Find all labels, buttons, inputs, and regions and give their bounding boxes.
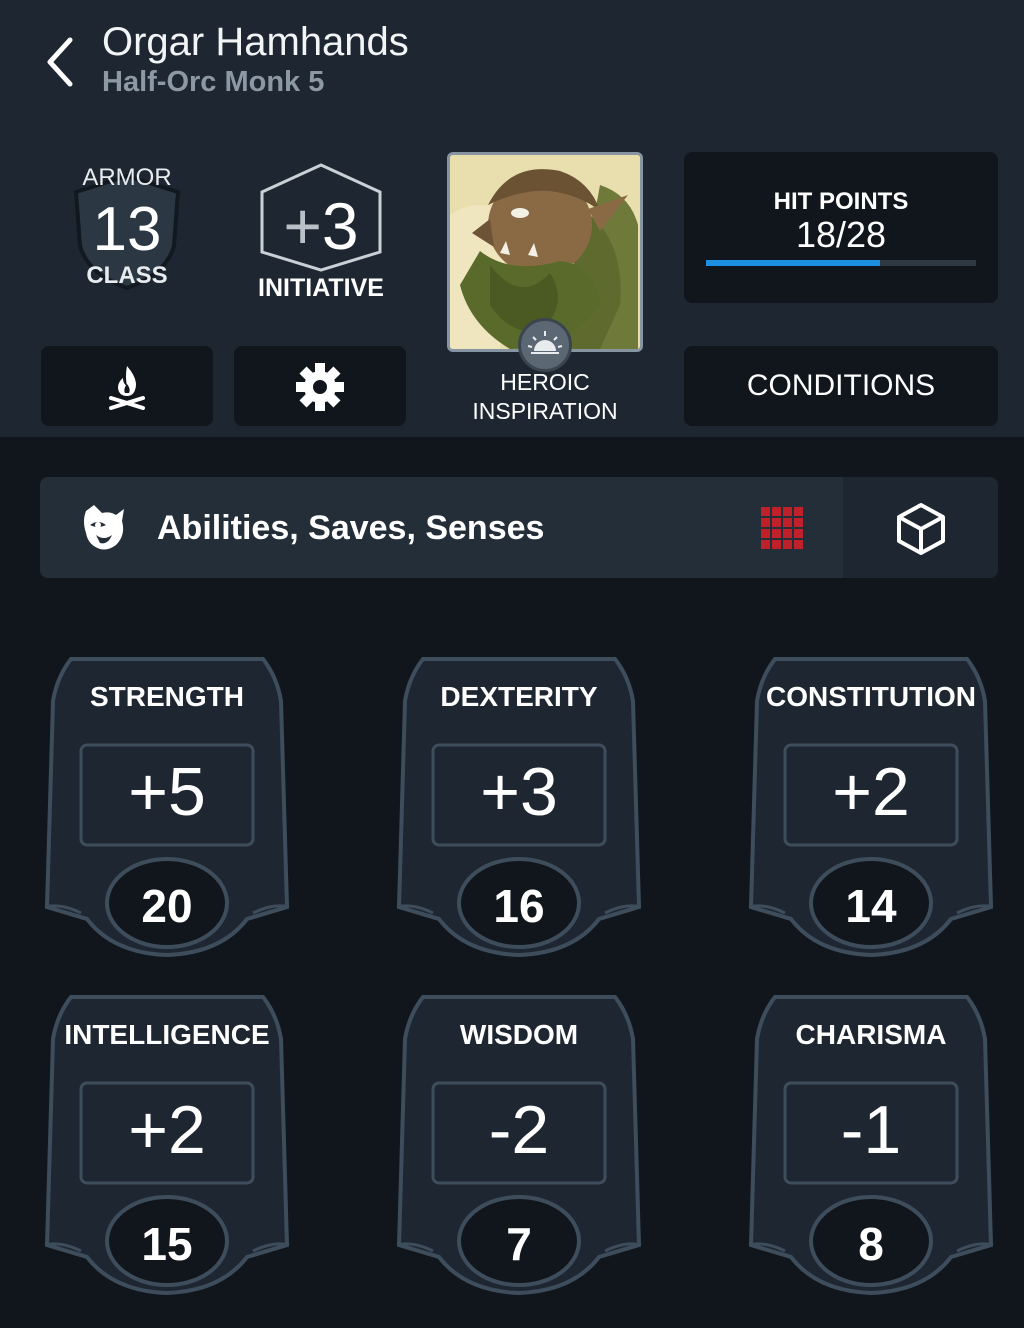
ability-strength[interactable]: STRENGTH +5 20 bbox=[41, 657, 293, 957]
ability-score: 8 bbox=[858, 1218, 884, 1270]
heroic-inspiration-label: HEROIC INSPIRATION bbox=[446, 368, 644, 426]
hit-points-label: HIT POINTS bbox=[773, 188, 909, 215]
ability-score: 16 bbox=[493, 880, 545, 932]
conditions-button[interactable]: CONDITIONS bbox=[684, 346, 998, 426]
ability-modifier: +3 bbox=[480, 754, 558, 830]
ability-modifier: +5 bbox=[128, 754, 206, 830]
section-title: Abilities, Saves, Senses bbox=[157, 509, 545, 547]
inspiration-line1: HEROIC bbox=[500, 369, 590, 395]
ability-charisma[interactable]: CHARISMA -1 8 bbox=[745, 995, 997, 1295]
ability-name: CHARISMA bbox=[795, 1019, 947, 1050]
ability-score: 20 bbox=[141, 880, 193, 932]
heroic-inspiration-toggle[interactable] bbox=[518, 318, 572, 372]
rest-button[interactable] bbox=[41, 346, 213, 426]
initiative[interactable]: +3 INITIATIVE bbox=[250, 160, 392, 310]
ability-modifier: +2 bbox=[128, 1092, 206, 1168]
initiative-value: +3 bbox=[250, 188, 392, 264]
ability-wisdom[interactable]: WISDOM -2 7 bbox=[393, 995, 645, 1295]
chevron-left-icon bbox=[47, 37, 73, 87]
inspiration-line2: INSPIRATION bbox=[472, 398, 618, 424]
sunrise-icon bbox=[527, 331, 563, 354]
ability-constitution[interactable]: CONSTITUTION +2 14 bbox=[745, 657, 997, 957]
ability-modifier: -2 bbox=[488, 1092, 550, 1168]
armor-class-value: 13 bbox=[92, 195, 162, 264]
character-name: Orgar Hamhands bbox=[102, 20, 409, 64]
armor-class[interactable]: ARMOR 13 CLASS bbox=[62, 158, 192, 308]
ability-score: 7 bbox=[506, 1218, 532, 1270]
grid-icon bbox=[761, 507, 803, 549]
ability-score: 15 bbox=[141, 1218, 193, 1270]
section-selector[interactable]: Abilities, Saves, Senses bbox=[40, 477, 844, 578]
armor-label-bottom: CLASS bbox=[86, 262, 168, 289]
hit-points-bar bbox=[706, 260, 976, 266]
initiative-label: INITIATIVE bbox=[258, 274, 384, 302]
initiative-sign: + bbox=[283, 189, 322, 263]
ability-name: INTELLIGENCE bbox=[64, 1019, 270, 1050]
owlbear-icon bbox=[84, 505, 124, 550]
initiative-number: 3 bbox=[321, 189, 359, 263]
ability-name: WISDOM bbox=[459, 1019, 579, 1050]
campfire-icon bbox=[109, 366, 145, 410]
character-subtitle: Half-Orc Monk 5 bbox=[102, 66, 325, 98]
settings-button[interactable] bbox=[234, 346, 406, 426]
ability-modifier: -1 bbox=[840, 1092, 902, 1168]
ability-name: DEXTERITY bbox=[440, 681, 598, 712]
dice-roller-button[interactable] bbox=[843, 477, 998, 578]
ability-intelligence[interactable]: INTELLIGENCE +2 15 bbox=[41, 995, 293, 1295]
ability-dexterity[interactable]: DEXTERITY +3 16 bbox=[393, 657, 645, 957]
hit-points[interactable]: HIT POINTS 18/28 bbox=[684, 152, 998, 303]
back-button[interactable] bbox=[40, 34, 84, 90]
ability-score: 14 bbox=[845, 880, 897, 932]
ability-name: CONSTITUTION bbox=[766, 681, 976, 712]
armor-label-top: ARMOR bbox=[82, 164, 172, 191]
hit-points-value: 18/28 bbox=[795, 214, 887, 255]
cube-icon bbox=[897, 503, 945, 555]
ability-name: STRENGTH bbox=[90, 681, 244, 712]
gear-icon bbox=[296, 363, 344, 411]
hit-points-bar-fill bbox=[706, 260, 880, 266]
ability-modifier: +2 bbox=[832, 754, 910, 830]
